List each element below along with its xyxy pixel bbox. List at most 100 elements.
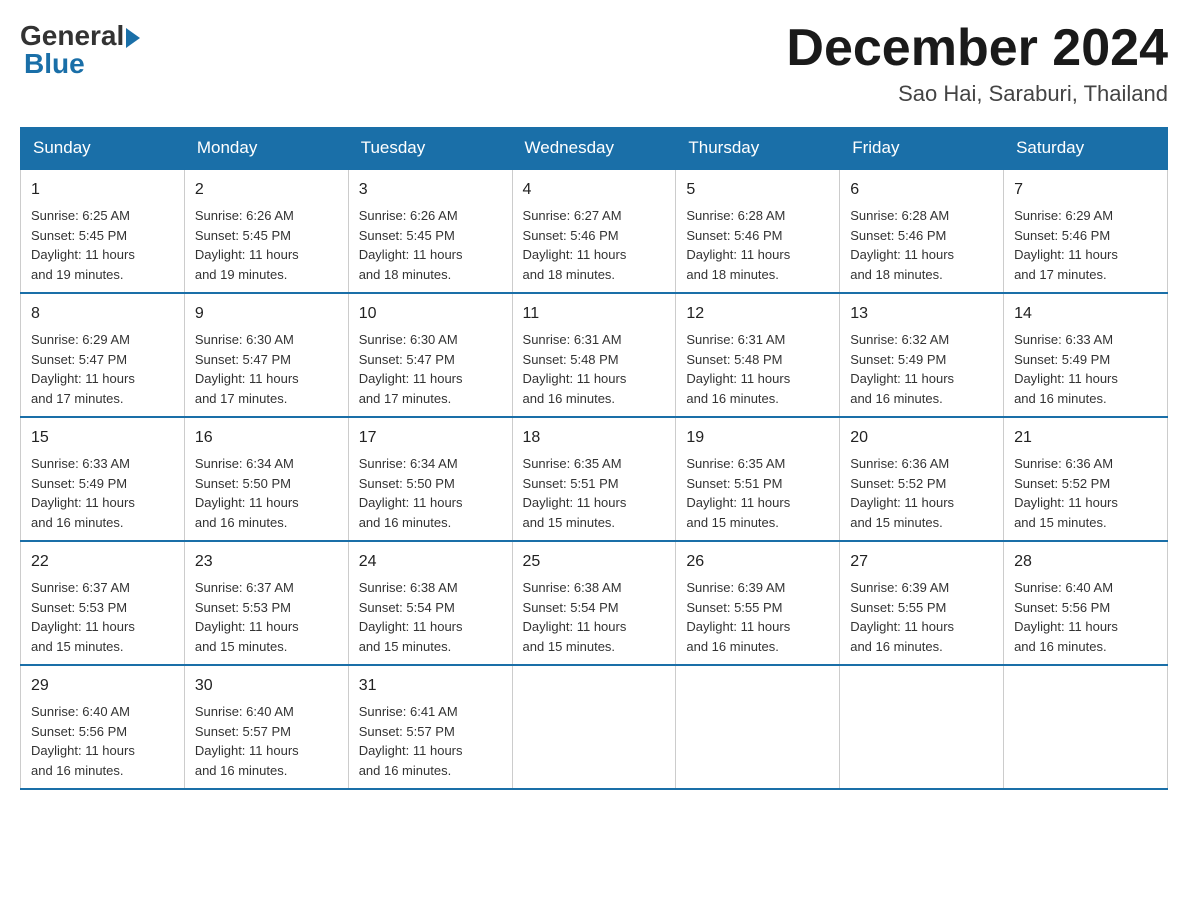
sunrise-text: Sunrise: 6:39 AM: [686, 580, 785, 595]
header-friday: Friday: [840, 128, 1004, 170]
sunrise-text: Sunrise: 6:37 AM: [31, 580, 130, 595]
calendar-cell: 16 Sunrise: 6:34 AM Sunset: 5:50 PM Dayl…: [184, 417, 348, 541]
daylight-text: Daylight: 11 hours: [1014, 495, 1118, 510]
sunset-text: Sunset: 5:45 PM: [359, 228, 455, 243]
daylight-text: Daylight: 11 hours: [686, 619, 790, 634]
sunrise-text: Sunrise: 6:33 AM: [31, 456, 130, 471]
daylight-text: Daylight: 11 hours: [359, 619, 463, 634]
daylight-text: Daylight: 11 hours: [31, 743, 135, 758]
sunrise-text: Sunrise: 6:25 AM: [31, 208, 130, 223]
daylight-text2: and 15 minutes.: [195, 639, 288, 654]
calendar-table: SundayMondayTuesdayWednesdayThursdayFrid…: [20, 127, 1168, 790]
daylight-text2: and 15 minutes.: [1014, 515, 1107, 530]
sunset-text: Sunset: 5:48 PM: [523, 352, 619, 367]
sunset-text: Sunset: 5:50 PM: [359, 476, 455, 491]
sunrise-text: Sunrise: 6:32 AM: [850, 332, 949, 347]
daylight-text: Daylight: 11 hours: [1014, 247, 1118, 262]
day-number: 19: [686, 426, 829, 450]
calendar-cell: 1 Sunrise: 6:25 AM Sunset: 5:45 PM Dayli…: [21, 169, 185, 293]
calendar-cell: 5 Sunrise: 6:28 AM Sunset: 5:46 PM Dayli…: [676, 169, 840, 293]
daylight-text: Daylight: 11 hours: [195, 247, 299, 262]
calendar-cell: [840, 665, 1004, 789]
calendar-cell: 13 Sunrise: 6:32 AM Sunset: 5:49 PM Dayl…: [840, 293, 1004, 417]
sunrise-text: Sunrise: 6:34 AM: [359, 456, 458, 471]
day-number: 7: [1014, 178, 1157, 202]
daylight-text: Daylight: 11 hours: [850, 247, 954, 262]
day-number: 17: [359, 426, 502, 450]
sunrise-text: Sunrise: 6:33 AM: [1014, 332, 1113, 347]
logo-blue-text: Blue: [24, 48, 85, 80]
sunrise-text: Sunrise: 6:30 AM: [359, 332, 458, 347]
daylight-text: Daylight: 11 hours: [31, 495, 135, 510]
sunset-text: Sunset: 5:56 PM: [31, 724, 127, 739]
calendar-week-1: 1 Sunrise: 6:25 AM Sunset: 5:45 PM Dayli…: [21, 169, 1168, 293]
header-saturday: Saturday: [1004, 128, 1168, 170]
daylight-text: Daylight: 11 hours: [850, 371, 954, 386]
calendar-cell: 17 Sunrise: 6:34 AM Sunset: 5:50 PM Dayl…: [348, 417, 512, 541]
day-number: 22: [31, 550, 174, 574]
daylight-text2: and 15 minutes.: [523, 639, 616, 654]
daylight-text2: and 16 minutes.: [523, 391, 616, 406]
daylight-text: Daylight: 11 hours: [1014, 371, 1118, 386]
daylight-text: Daylight: 11 hours: [686, 371, 790, 386]
calendar-cell: 20 Sunrise: 6:36 AM Sunset: 5:52 PM Dayl…: [840, 417, 1004, 541]
calendar-cell: 9 Sunrise: 6:30 AM Sunset: 5:47 PM Dayli…: [184, 293, 348, 417]
daylight-text2: and 15 minutes.: [31, 639, 124, 654]
calendar-week-5: 29 Sunrise: 6:40 AM Sunset: 5:56 PM Dayl…: [21, 665, 1168, 789]
sunrise-text: Sunrise: 6:38 AM: [523, 580, 622, 595]
calendar-cell: 6 Sunrise: 6:28 AM Sunset: 5:46 PM Dayli…: [840, 169, 1004, 293]
sunset-text: Sunset: 5:46 PM: [1014, 228, 1110, 243]
day-number: 16: [195, 426, 338, 450]
logo: General Blue: [20, 20, 140, 80]
sunrise-text: Sunrise: 6:39 AM: [850, 580, 949, 595]
daylight-text: Daylight: 11 hours: [359, 247, 463, 262]
calendar-cell: 3 Sunrise: 6:26 AM Sunset: 5:45 PM Dayli…: [348, 169, 512, 293]
sunset-text: Sunset: 5:46 PM: [850, 228, 946, 243]
location: Sao Hai, Saraburi, Thailand: [786, 81, 1168, 107]
daylight-text2: and 16 minutes.: [1014, 391, 1107, 406]
daylight-text: Daylight: 11 hours: [359, 743, 463, 758]
calendar-cell: 14 Sunrise: 6:33 AM Sunset: 5:49 PM Dayl…: [1004, 293, 1168, 417]
sunset-text: Sunset: 5:57 PM: [359, 724, 455, 739]
day-number: 31: [359, 674, 502, 698]
calendar-cell: 26 Sunrise: 6:39 AM Sunset: 5:55 PM Dayl…: [676, 541, 840, 665]
sunset-text: Sunset: 5:52 PM: [1014, 476, 1110, 491]
daylight-text2: and 16 minutes.: [359, 763, 452, 778]
daylight-text2: and 15 minutes.: [523, 515, 616, 530]
daylight-text2: and 17 minutes.: [31, 391, 124, 406]
sunset-text: Sunset: 5:46 PM: [523, 228, 619, 243]
header-tuesday: Tuesday: [348, 128, 512, 170]
day-number: 25: [523, 550, 666, 574]
daylight-text2: and 15 minutes.: [850, 515, 943, 530]
calendar-cell: 29 Sunrise: 6:40 AM Sunset: 5:56 PM Dayl…: [21, 665, 185, 789]
daylight-text2: and 16 minutes.: [359, 515, 452, 530]
daylight-text: Daylight: 11 hours: [1014, 619, 1118, 634]
sunrise-text: Sunrise: 6:30 AM: [195, 332, 294, 347]
daylight-text2: and 16 minutes.: [850, 391, 943, 406]
sunset-text: Sunset: 5:52 PM: [850, 476, 946, 491]
daylight-text2: and 16 minutes.: [850, 639, 943, 654]
sunset-text: Sunset: 5:57 PM: [195, 724, 291, 739]
sunset-text: Sunset: 5:49 PM: [850, 352, 946, 367]
day-number: 13: [850, 302, 993, 326]
calendar-cell: [1004, 665, 1168, 789]
sunrise-text: Sunrise: 6:29 AM: [1014, 208, 1113, 223]
calendar-cell: 19 Sunrise: 6:35 AM Sunset: 5:51 PM Dayl…: [676, 417, 840, 541]
sunrise-text: Sunrise: 6:28 AM: [686, 208, 785, 223]
sunrise-text: Sunrise: 6:38 AM: [359, 580, 458, 595]
calendar-cell: 30 Sunrise: 6:40 AM Sunset: 5:57 PM Dayl…: [184, 665, 348, 789]
header-sunday: Sunday: [21, 128, 185, 170]
day-number: 18: [523, 426, 666, 450]
daylight-text: Daylight: 11 hours: [686, 247, 790, 262]
daylight-text: Daylight: 11 hours: [359, 371, 463, 386]
calendar-cell: 15 Sunrise: 6:33 AM Sunset: 5:49 PM Dayl…: [21, 417, 185, 541]
calendar-cell: 18 Sunrise: 6:35 AM Sunset: 5:51 PM Dayl…: [512, 417, 676, 541]
daylight-text2: and 16 minutes.: [686, 639, 779, 654]
sunset-text: Sunset: 5:49 PM: [1014, 352, 1110, 367]
calendar-week-3: 15 Sunrise: 6:33 AM Sunset: 5:49 PM Dayl…: [21, 417, 1168, 541]
sunrise-text: Sunrise: 6:40 AM: [1014, 580, 1113, 595]
sunrise-text: Sunrise: 6:35 AM: [686, 456, 785, 471]
day-number: 3: [359, 178, 502, 202]
day-number: 21: [1014, 426, 1157, 450]
calendar-cell: 22 Sunrise: 6:37 AM Sunset: 5:53 PM Dayl…: [21, 541, 185, 665]
